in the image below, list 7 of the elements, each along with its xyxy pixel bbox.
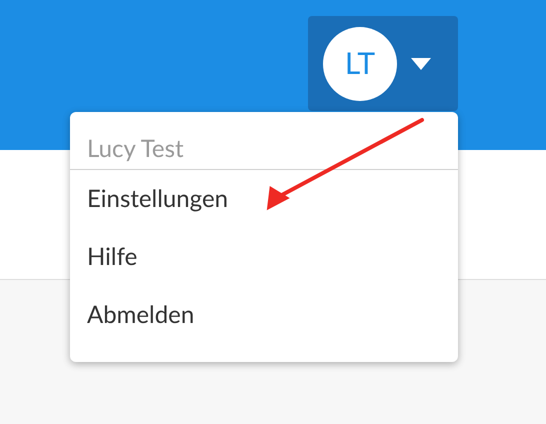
caret-icon bbox=[411, 58, 431, 70]
menu-item[interactable]: Abmelden bbox=[70, 286, 458, 344]
menu-item[interactable]: Hilfe bbox=[70, 228, 458, 286]
menu-item[interactable]: Einstellungen bbox=[70, 170, 458, 228]
avatar: LT bbox=[323, 26, 397, 100]
menu-header: Lucy Test bbox=[86, 134, 185, 164]
account-button[interactable]: LT bbox=[308, 16, 458, 111]
